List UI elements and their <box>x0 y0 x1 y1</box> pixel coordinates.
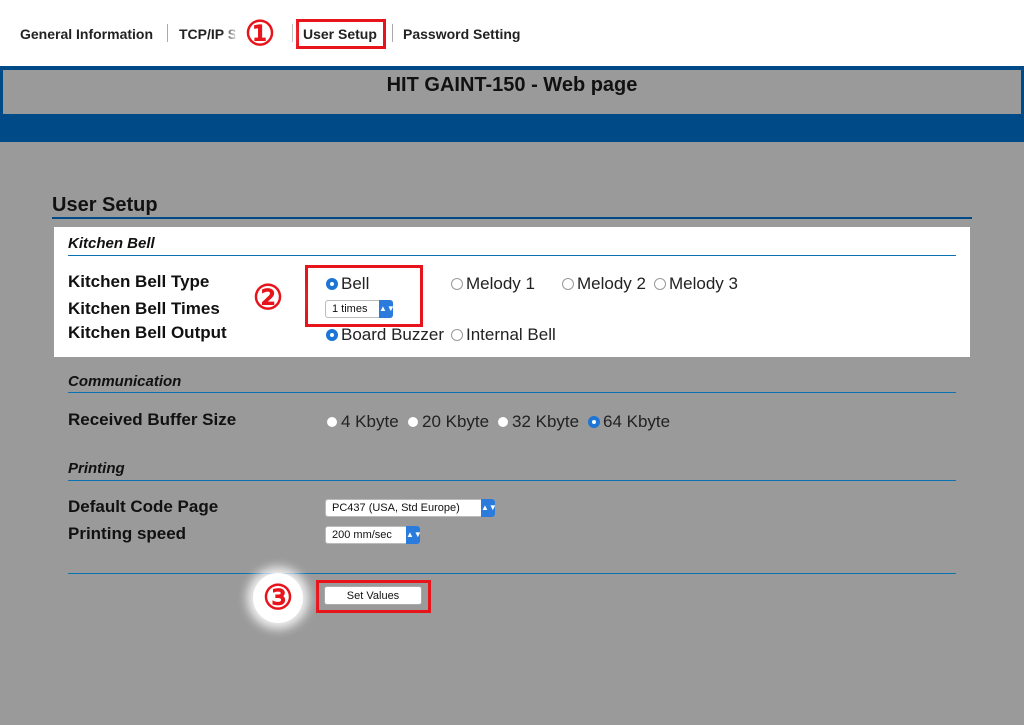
highlight-user-setup <box>296 19 386 49</box>
highlight-kitchen-bell <box>305 265 423 327</box>
printing-speed-select[interactable]: 200 mm/sec ▲▼ <box>325 526 422 544</box>
kitchen-bell-output-label: Kitchen Bell Output <box>68 323 227 342</box>
radio-button[interactable] <box>654 278 666 290</box>
radio-internal-bell[interactable]: Internal Bell <box>451 325 556 345</box>
radio-button[interactable] <box>326 416 338 428</box>
tab-divider <box>167 24 168 42</box>
radio-melody-2[interactable]: Melody 2 <box>562 274 646 294</box>
radio-32-kbyte[interactable]: 32 Kbyte <box>497 412 579 432</box>
annotation-2: ② <box>243 273 293 323</box>
section-divider <box>68 392 956 393</box>
radio-melody-3[interactable]: Melody 3 <box>654 274 738 294</box>
section-divider <box>68 480 956 481</box>
printing-speed-label: Printing speed <box>68 524 187 543</box>
radio-board-buzzer[interactable]: Board Buzzer <box>326 325 444 345</box>
radio-button[interactable] <box>497 416 509 428</box>
annotation-3: ③ <box>253 573 303 623</box>
select-arrow-icon: ▲▼ <box>406 526 422 544</box>
tab-divider <box>292 24 293 42</box>
radio-20-kbyte[interactable]: 20 Kbyte <box>407 412 489 432</box>
section-divider <box>68 255 956 256</box>
form-divider <box>68 573 956 574</box>
radio-button[interactable] <box>407 416 419 428</box>
received-buffer-size-label: Received Buffer Size <box>68 410 237 429</box>
tab-tcpip[interactable]: TCP/IP S <box>179 26 237 42</box>
tab-password-setting[interactable]: Password Setting <box>403 26 520 42</box>
annotation-1: ① <box>235 9 285 59</box>
section-printing: Printing <box>68 460 125 477</box>
radio-button[interactable] <box>451 329 463 341</box>
section-communication: Communication <box>68 373 182 390</box>
radio-button[interactable] <box>451 278 463 290</box>
highlight-set-values <box>316 580 431 613</box>
default-code-page-label: Default Code Page <box>68 497 219 516</box>
tab-divider <box>392 24 393 42</box>
radio-button[interactable] <box>326 329 338 341</box>
page-title: User Setup <box>52 194 158 216</box>
select-arrow-icon: ▲▼ <box>481 499 497 517</box>
kitchen-bell-type-label: Kitchen Bell Type <box>68 272 210 291</box>
radio-button[interactable] <box>588 416 600 428</box>
radio-4-kbyte[interactable]: 4 Kbyte <box>326 412 399 432</box>
default-code-page-select[interactable]: PC437 (USA, Std Europe) ▲▼ <box>325 499 497 517</box>
header-bar: HIT GAINT-150 - Web page <box>0 66 1024 142</box>
kitchen-bell-times-label: Kitchen Bell Times <box>68 299 220 318</box>
top-nav: General Information TCP/IP S User Setup … <box>0 0 1024 66</box>
section-kitchen-bell: Kitchen Bell <box>68 235 155 252</box>
radio-button[interactable] <box>562 278 574 290</box>
radio-melody-1[interactable]: Melody 1 <box>451 274 535 294</box>
title-underline <box>52 217 972 219</box>
page-header-title: HIT GAINT-150 - Web page <box>3 70 1021 114</box>
radio-64-kbyte[interactable]: 64 Kbyte <box>588 412 670 432</box>
tab-general-information[interactable]: General Information <box>20 26 153 42</box>
